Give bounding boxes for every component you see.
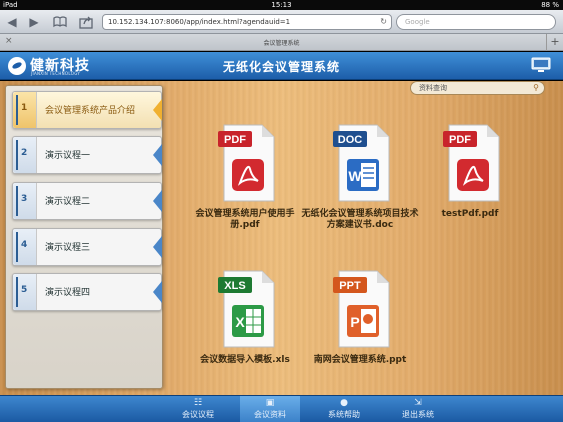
svg-text:PDF: PDF	[449, 134, 471, 146]
agenda-number: 3	[21, 194, 28, 204]
document-name: 南网会议管理系统.ppt	[313, 355, 407, 365]
agenda-item-5[interactable]: 5 演示议程四	[12, 273, 162, 311]
url-field[interactable]: 10.152.134.107:8060/app/index.html?agend…	[102, 14, 392, 30]
forward-icon[interactable]: ▶	[26, 14, 42, 30]
agenda-sidebar: 1 会议管理系统产品介绍 2 演示议程一 3 演示议程二 4 演示议程三 5 演…	[5, 85, 163, 389]
document-name: 会议数据导入模板.xls	[200, 355, 290, 365]
briefcase-icon: ▣	[265, 398, 275, 408]
agenda-number: 5	[21, 285, 28, 295]
agenda-number: 4	[21, 240, 28, 250]
agenda-item-1[interactable]: 1 会议管理系统产品介绍	[12, 91, 162, 129]
bookmarks-icon[interactable]	[52, 14, 68, 30]
svg-text:X: X	[235, 314, 245, 330]
clock: 15:13	[271, 1, 292, 9]
browser-tabbar: × 会议管理系统 +	[0, 34, 563, 51]
battery-level: 88 %	[541, 1, 559, 9]
url-text: 10.152.134.107:8060/app/index.html?agend…	[108, 18, 291, 26]
exit-icon: ⇲	[414, 398, 422, 408]
svg-text:PDF: PDF	[224, 134, 246, 146]
pdf-file-icon: PDF	[443, 124, 500, 202]
bottom-tabbar: ☷ 会议议程 ▣ 会议资料 ● 系统帮助 ⇲ 退出系统	[0, 395, 563, 422]
document-item[interactable]: PPT P 南网会议管理系统.ppt	[300, 267, 420, 366]
browser-toolbar: ◀ ▶ 10.152.134.107:8060/app/index.html?a…	[0, 10, 563, 34]
agenda-number: 2	[21, 148, 28, 158]
agenda-item-2[interactable]: 2 演示议程一	[12, 136, 162, 174]
tab-label: 会议议程	[182, 410, 214, 419]
tab-help[interactable]: ● 系统帮助	[314, 396, 374, 422]
tab-materials[interactable]: ▣ 会议资料	[240, 396, 300, 422]
document-name: 无纸化会议管理系统项目技术方案建议书.doc	[301, 209, 419, 230]
agenda-item-3[interactable]: 3 演示议程二	[12, 182, 162, 220]
powerpoint-file-icon: PPT P	[333, 270, 390, 348]
svg-text:PPT: PPT	[339, 280, 361, 292]
tab-title[interactable]: 会议管理系统	[0, 38, 563, 47]
tab-agenda[interactable]: ☷ 会议议程	[168, 396, 228, 422]
browser-search-field[interactable]: Google	[396, 14, 556, 30]
svg-text:P: P	[350, 314, 359, 330]
agenda-label: 演示议程三	[45, 243, 91, 253]
search-icon[interactable]: ⚲	[533, 82, 539, 94]
app-header: 健新科技 JIANXIN TECHNOLOGY 无纸化会议管理系统	[0, 52, 563, 80]
svg-text:W: W	[348, 168, 362, 184]
tab-label: 会议资料	[254, 410, 286, 419]
agenda-label: 演示议程四	[45, 288, 91, 298]
back-icon[interactable]: ◀	[4, 14, 20, 30]
main-content: 1 会议管理系统产品介绍 2 演示议程一 3 演示议程二 4 演示议程三 5 演…	[0, 81, 563, 395]
document-item[interactable]: PDF testPdf.pdf	[410, 121, 530, 220]
help-icon: ●	[340, 398, 348, 408]
new-tab-icon[interactable]: +	[546, 34, 563, 51]
document-search-placeholder: 资料查询	[419, 84, 447, 92]
monitor-icon[interactable]	[531, 57, 551, 74]
document-item[interactable]: DOC W 无纸化会议管理系统项目技术方案建议书.doc	[300, 121, 420, 231]
agenda-label: 会议管理系统产品介绍	[45, 106, 136, 116]
tab-label: 系统帮助	[328, 410, 360, 419]
agenda-icon: ☷	[193, 398, 203, 408]
document-item[interactable]: PDF 会议管理系统用户使用手册.pdf	[185, 121, 305, 231]
document-name: testPdf.pdf	[441, 209, 499, 219]
reload-icon[interactable]: ↻	[380, 15, 387, 29]
agenda-label: 演示议程一	[45, 151, 91, 161]
svg-text:DOC: DOC	[338, 134, 363, 146]
excel-file-icon: XLS X	[218, 270, 275, 348]
tab-label: 退出系统	[402, 410, 434, 419]
agenda-label: 演示议程二	[45, 197, 91, 207]
pdf-file-icon: PDF	[218, 124, 275, 202]
document-search-input[interactable]: 资料查询 ⚲	[410, 81, 545, 95]
agenda-number: 1	[21, 103, 28, 113]
document-item[interactable]: XLS X 会议数据导入模板.xls	[185, 267, 305, 366]
browser-search-placeholder: Google	[405, 18, 430, 26]
status-bar: iPad 15:13 88 %	[0, 0, 563, 10]
agenda-item-4[interactable]: 4 演示议程三	[12, 228, 162, 266]
word-file-icon: DOC W	[333, 124, 390, 202]
svg-text:XLS: XLS	[224, 280, 245, 292]
tab-exit[interactable]: ⇲ 退出系统	[388, 396, 448, 422]
page-title: 无纸化会议管理系统	[222, 60, 340, 74]
document-name: 会议管理系统用户使用手册.pdf	[195, 209, 295, 230]
share-icon[interactable]	[78, 14, 94, 30]
